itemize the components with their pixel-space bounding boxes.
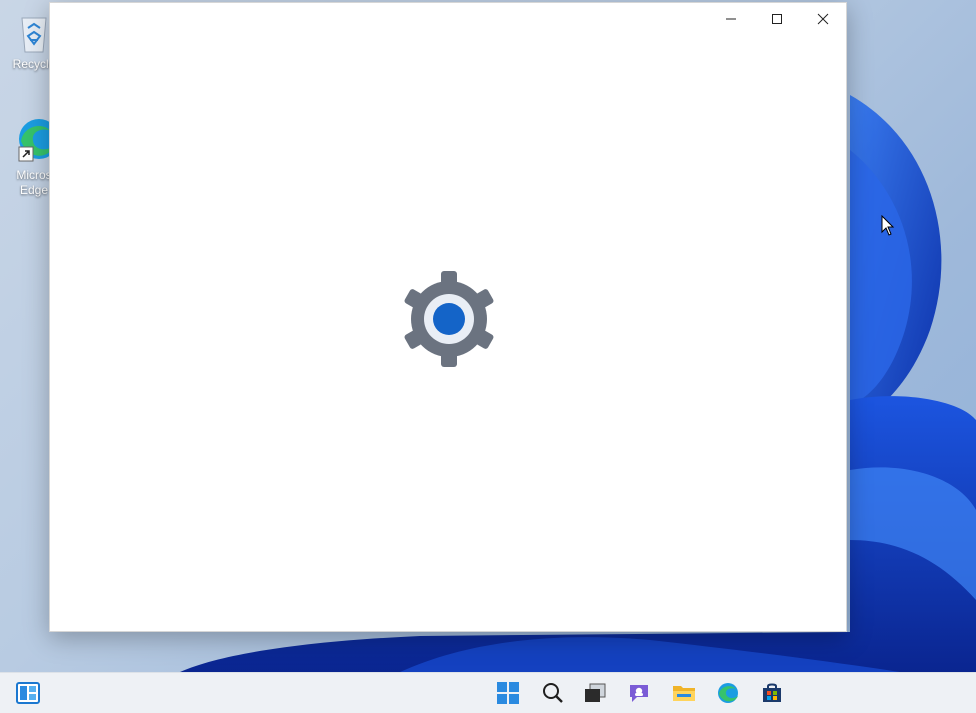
title-bar[interactable]	[708, 3, 846, 35]
edge-taskbar-button[interactable]	[710, 677, 746, 709]
minimize-button[interactable]	[708, 3, 754, 35]
close-button[interactable]	[800, 3, 846, 35]
close-icon	[817, 13, 829, 25]
taskbar	[0, 672, 976, 713]
chat-button[interactable]	[621, 677, 657, 709]
widgets-icon	[16, 682, 40, 704]
store-icon	[763, 683, 781, 702]
maximize-button[interactable]	[754, 3, 800, 35]
folder-icon	[673, 686, 695, 701]
maximize-icon	[772, 14, 782, 24]
edge-icon	[718, 683, 738, 703]
search-button[interactable]	[535, 677, 571, 709]
search-icon	[543, 683, 563, 703]
start-button[interactable]	[490, 677, 526, 709]
mouse-cursor-icon	[881, 215, 895, 236]
widgets-button[interactable]	[10, 677, 46, 709]
task-view-icon	[585, 683, 606, 702]
chat-icon	[630, 685, 648, 702]
settings-gear-icon	[404, 271, 494, 367]
settings-window[interactable]	[49, 2, 847, 632]
minimize-icon	[726, 18, 736, 20]
windows-logo-icon	[497, 682, 519, 704]
recycle-bin-icon	[21, 17, 47, 53]
file-explorer-button[interactable]	[666, 677, 702, 709]
task-view-button[interactable]	[577, 677, 613, 709]
store-button[interactable]	[754, 677, 790, 709]
